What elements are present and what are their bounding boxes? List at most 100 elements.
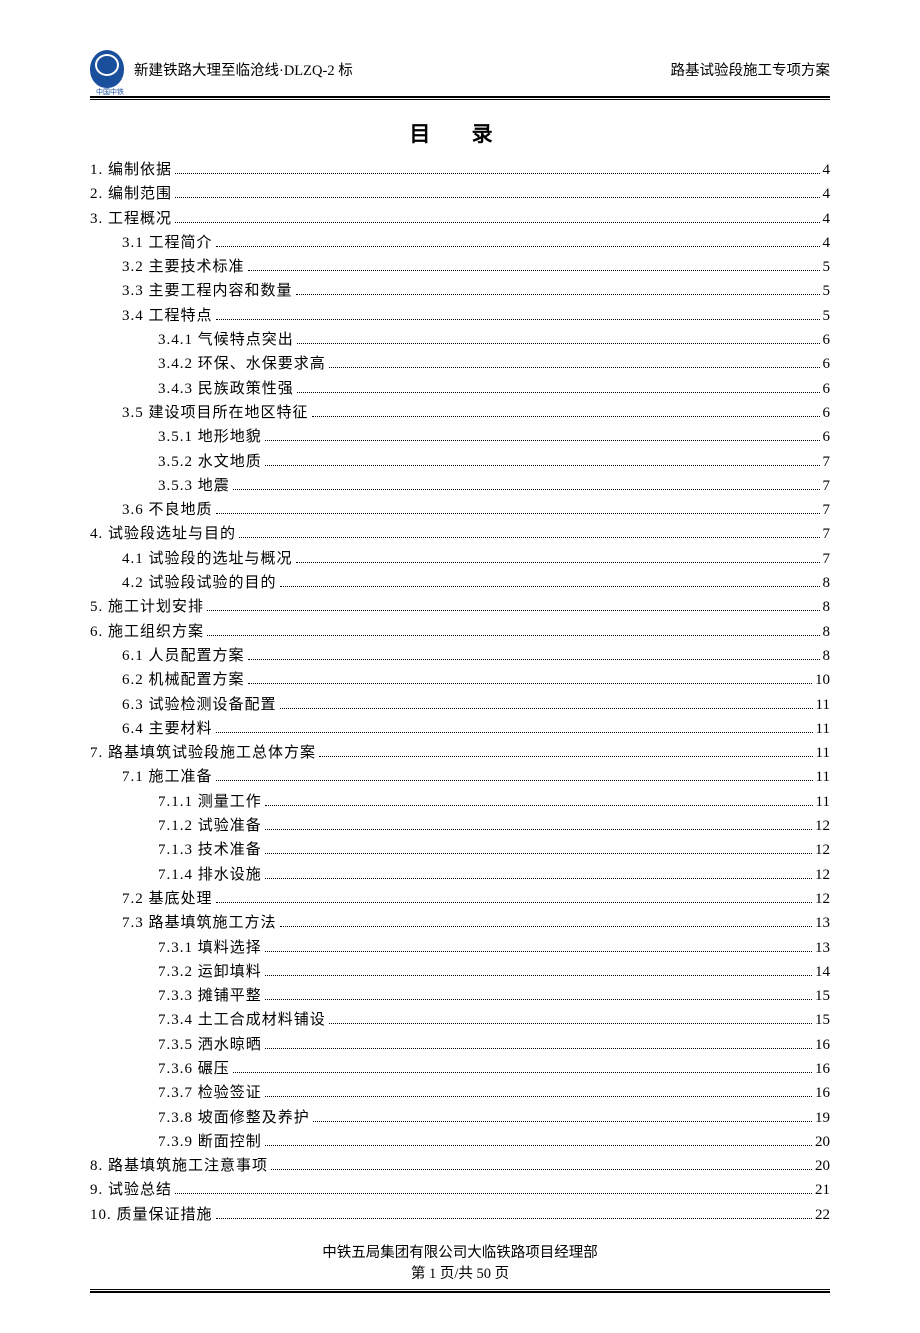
toc-entry[interactable]: 6. 施工组织方案 8 xyxy=(90,620,830,644)
toc-leader-dots xyxy=(265,1048,812,1049)
toc-entry[interactable]: 2. 编制范围 4 xyxy=(90,182,830,206)
toc-entry[interactable]: 7.1.4 排水设施 12 xyxy=(90,863,830,887)
toc-entry-page: 12 xyxy=(815,814,830,838)
toc-entry[interactable]: 3.5.1 地形地貌 6 xyxy=(90,425,830,449)
toc-entry-label: 2. 编制范围 xyxy=(90,182,172,206)
toc-entry-label: 9. 试验总结 xyxy=(90,1178,172,1202)
toc-entry[interactable]: 4.2 试验段试验的目的 8 xyxy=(90,571,830,595)
toc-entry[interactable]: 3.1 工程简介 4 xyxy=(90,231,830,255)
toc-entry[interactable]: 3.2 主要技术标准 5 xyxy=(90,255,830,279)
toc-leader-dots xyxy=(216,902,812,903)
toc-entry[interactable]: 10. 质量保证措施 22 xyxy=(90,1203,830,1227)
toc-entry[interactable]: 3.4.3 民族政策性强 6 xyxy=(90,377,830,401)
toc-entry-page: 4 xyxy=(823,231,831,255)
toc-leader-dots xyxy=(233,1072,812,1073)
toc-entry-page: 5 xyxy=(823,304,831,328)
toc-leader-dots xyxy=(265,465,820,466)
toc-entry[interactable]: 4.1 试验段的选址与概况 7 xyxy=(90,547,830,571)
toc-leader-dots xyxy=(216,732,813,733)
toc-entry-label: 7.1.1 测量工作 xyxy=(158,790,262,814)
page-footer: 中铁五局集团有限公司大临铁路项目经理部 第 1 页/共 50 页 xyxy=(90,1241,830,1293)
toc-entry-label: 3.5 建设项目所在地区特征 xyxy=(122,401,309,425)
toc-entry[interactable]: 7. 路基填筑试验段施工总体方案 11 xyxy=(90,741,830,765)
toc-entry[interactable]: 3.5.2 水文地质 7 xyxy=(90,450,830,474)
toc-entry-label: 7.1.2 试验准备 xyxy=(158,814,262,838)
toc-entry[interactable]: 7.3.4 土工合成材料铺设 15 xyxy=(90,1008,830,1032)
toc-leader-dots xyxy=(329,367,820,368)
toc-entry[interactable]: 7.1.2 试验准备 12 xyxy=(90,814,830,838)
toc-entry-label: 3.5.2 水文地质 xyxy=(158,450,262,474)
toc-entry[interactable]: 7.1 施工准备 11 xyxy=(90,765,830,789)
toc-entry[interactable]: 7.3.9 断面控制 20 xyxy=(90,1130,830,1154)
toc-entry-page: 14 xyxy=(815,960,830,984)
toc-entry[interactable]: 6.2 机械配置方案 10 xyxy=(90,668,830,692)
toc-leader-dots xyxy=(312,416,820,417)
toc-list: 1. 编制依据 42. 编制范围 43. 工程概况 43.1 工程简介 43.2… xyxy=(90,158,830,1227)
toc-entry[interactable]: 6.3 试验检测设备配置 11 xyxy=(90,693,830,717)
header-rule xyxy=(90,96,830,100)
toc-entry[interactable]: 7.3.3 摊铺平整 15 xyxy=(90,984,830,1008)
toc-entry-page: 15 xyxy=(815,984,830,1008)
toc-entry[interactable]: 3.3 主要工程内容和数量 5 xyxy=(90,279,830,303)
toc-leader-dots xyxy=(207,610,819,611)
toc-entry-page: 8 xyxy=(823,571,831,595)
toc-entry[interactable]: 7.3.2 运卸填料 14 xyxy=(90,960,830,984)
toc-entry-page: 13 xyxy=(815,936,830,960)
toc-entry-label: 4. 试验段选址与目的 xyxy=(90,522,236,546)
toc-entry-page: 11 xyxy=(816,790,830,814)
toc-entry-label: 7.1.4 排水设施 xyxy=(158,863,262,887)
toc-entry-label: 3.4.1 气候特点突出 xyxy=(158,328,294,352)
toc-leader-dots xyxy=(248,659,820,660)
toc-entry[interactable]: 7.3.6 碾压 16 xyxy=(90,1057,830,1081)
toc-entry-label: 3.4.3 民族政策性强 xyxy=(158,377,294,401)
toc-entry-label: 3.5.1 地形地貌 xyxy=(158,425,262,449)
toc-entry[interactable]: 6.4 主要材料 11 xyxy=(90,717,830,741)
toc-entry[interactable]: 3.4 工程特点 5 xyxy=(90,304,830,328)
toc-entry[interactable]: 3.4.2 环保、水保要求高 6 xyxy=(90,352,830,376)
toc-entry[interactable]: 3.6 不良地质 7 xyxy=(90,498,830,522)
toc-entry[interactable]: 7.3 路基填筑施工方法 13 xyxy=(90,911,830,935)
toc-entry-label: 5. 施工计划安排 xyxy=(90,595,204,619)
toc-leader-dots xyxy=(280,708,813,709)
toc-entry[interactable]: 7.3.7 检验签证 16 xyxy=(90,1081,830,1105)
toc-leader-dots xyxy=(216,319,820,320)
toc-entry[interactable]: 8. 路基填筑施工注意事项 20 xyxy=(90,1154,830,1178)
toc-entry[interactable]: 6.1 人员配置方案 8 xyxy=(90,644,830,668)
footer-org: 中铁五局集团有限公司大临铁路项目经理部 xyxy=(90,1241,830,1262)
toc-entry[interactable]: 5. 施工计划安排 8 xyxy=(90,595,830,619)
toc-entry[interactable]: 3.4.1 气候特点突出 6 xyxy=(90,328,830,352)
toc-leader-dots xyxy=(297,343,820,344)
toc-entry[interactable]: 3. 工程概况 4 xyxy=(90,207,830,231)
toc-entry-page: 16 xyxy=(815,1033,830,1057)
toc-leader-dots xyxy=(248,270,820,271)
toc-leader-dots xyxy=(265,829,812,830)
document-page: 中国中铁 新建铁路大理至临沧线·DLZQ-2 标 路基试验段施工专项方案 目 录… xyxy=(0,0,920,1333)
toc-entry-label: 3.3 主要工程内容和数量 xyxy=(122,279,293,303)
toc-entry[interactable]: 7.3.8 坡面修整及养护 19 xyxy=(90,1106,830,1130)
toc-entry-label: 3. 工程概况 xyxy=(90,207,172,231)
logo-caption: 中国中铁 xyxy=(90,87,130,97)
toc-entry-page: 15 xyxy=(815,1008,830,1032)
toc-entry-page: 11 xyxy=(816,765,830,789)
toc-entry[interactable]: 3.5.3 地震 7 xyxy=(90,474,830,498)
toc-entry[interactable]: 7.3.1 填料选择 13 xyxy=(90,936,830,960)
toc-entry-page: 6 xyxy=(823,352,831,376)
toc-entry-label: 7.3.6 碾压 xyxy=(158,1057,230,1081)
toc-entry-page: 5 xyxy=(823,255,831,279)
toc-entry-label: 7.3.7 检验签证 xyxy=(158,1081,262,1105)
toc-entry[interactable]: 1. 编制依据 4 xyxy=(90,158,830,182)
toc-entry[interactable]: 9. 试验总结 21 xyxy=(90,1178,830,1202)
toc-entry-label: 7.3.3 摊铺平整 xyxy=(158,984,262,1008)
toc-entry-page: 20 xyxy=(815,1154,830,1178)
toc-entry-page: 11 xyxy=(816,693,830,717)
toc-entry-label: 7.3.8 坡面修整及养护 xyxy=(158,1106,310,1130)
toc-entry[interactable]: 7.2 基底处理 12 xyxy=(90,887,830,911)
toc-entry-label: 7.1 施工准备 xyxy=(122,765,213,789)
toc-entry[interactable]: 3.5 建设项目所在地区特征 6 xyxy=(90,401,830,425)
toc-entry-label: 6.3 试验检测设备配置 xyxy=(122,693,277,717)
toc-entry-label: 3.2 主要技术标准 xyxy=(122,255,245,279)
toc-entry[interactable]: 7.1.1 测量工作 11 xyxy=(90,790,830,814)
toc-entry[interactable]: 7.3.5 洒水晾晒 16 xyxy=(90,1033,830,1057)
toc-entry[interactable]: 7.1.3 技术准备 12 xyxy=(90,838,830,862)
toc-entry[interactable]: 4. 试验段选址与目的 7 xyxy=(90,522,830,546)
